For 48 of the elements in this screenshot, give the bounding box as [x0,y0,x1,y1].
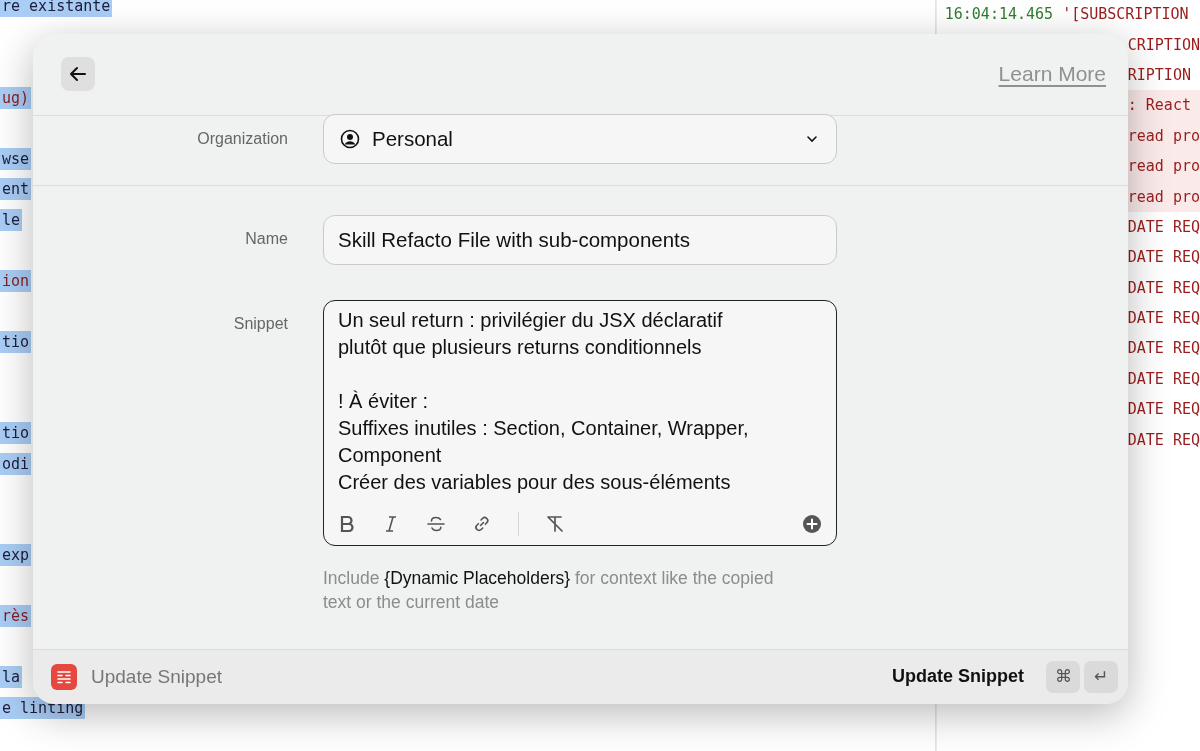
code-text: le [0,208,23,231]
code-text: wse [0,147,32,170]
code-text: ent [0,178,32,201]
code-text: re existante [0,0,113,18]
person-icon [340,128,360,149]
log-text: RIPTION [1127,64,1192,86]
strikethrough-icon[interactable] [426,514,446,533]
code-text: odi [0,452,32,475]
name-field[interactable]: Skill Refacto File with sub-components [323,214,837,265]
log-text: CRIPTION [1127,34,1200,56]
back-button[interactable] [61,57,95,92]
error-log-row: read pro [1127,181,1200,212]
clear-format-icon[interactable] [545,513,565,534]
error-log-row: : React [1127,90,1200,121]
organization-select[interactable]: Personal [323,113,837,164]
snippet-editor[interactable] [323,299,837,546]
hint-text: Include {Dynamic Placeholders} for context like the copied text or the current date [323,566,775,614]
update-snippet-button[interactable]: Update Snippet [892,666,1032,688]
chevron-down-icon [806,134,818,143]
footer-title: Update Snippet [91,665,222,688]
code-text: exp [0,544,32,567]
app-icon [51,663,77,690]
log-text: DATE REQ [1127,368,1200,390]
log-text: DATE REQ [1127,216,1200,238]
code-text: tio [0,422,32,445]
code-text: la [0,666,23,689]
log-text: DATE REQ [1127,308,1200,330]
log-text: DATE REQ [1127,277,1200,299]
log-text: DATE REQ [1127,399,1200,421]
log-text: DATE REQ [1127,247,1200,269]
log-text: DATE REQ [1127,429,1200,451]
code-text: ion [0,269,32,292]
bold-icon[interactable] [338,514,356,533]
add-icon[interactable] [802,513,822,534]
code-text: rès [0,605,32,628]
code-text: ug) [0,86,32,109]
field-label: Snippet [232,314,288,333]
shortcut-key: ↵ [1084,660,1118,693]
error-log-row: read pro [1127,120,1200,151]
log-text: DATE REQ [1127,338,1200,360]
log-text: '[SUBSCRIPTION [1062,5,1189,24]
code-text: tio [0,330,32,353]
error-log-row: read pro [1127,150,1200,182]
field-label: Organization [196,129,288,148]
snippet-text: Un seul return : privilégier du JSX déclaratif plutôt que plusieurs returns conditionnels ! À éviter : Suffixes inutiles : Section, Container, Wrapper, Component Créer des variables pour des sous-éléments [338,307,750,495]
field-label: Name [244,229,288,248]
shortcut-key: ⌘ [1046,660,1080,693]
log-time: 16:04:14.465 [944,5,1054,24]
